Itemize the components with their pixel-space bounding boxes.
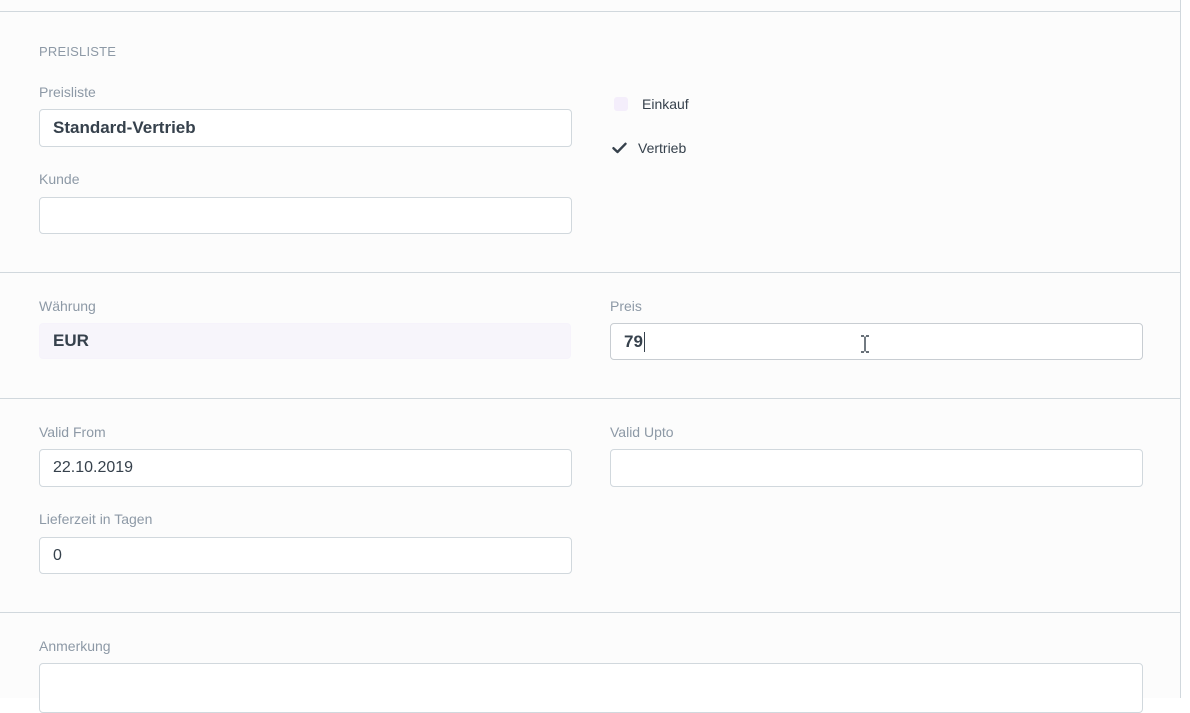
- customer-label: Kunde: [39, 171, 80, 187]
- valid-upto-label: Valid Upto: [610, 424, 674, 440]
- currency-value: EUR: [53, 331, 89, 350]
- price-list-value: Standard-Vertrieb: [53, 118, 196, 137]
- selling-checkbox[interactable]: Vertrieb: [612, 140, 686, 156]
- check-icon: [612, 141, 628, 155]
- note-textarea[interactable]: [39, 663, 1143, 713]
- note-label: Anmerkung: [39, 638, 111, 654]
- price-label: Preis: [610, 298, 642, 314]
- divider: [0, 398, 1181, 399]
- currency-label: Währung: [39, 298, 96, 314]
- buying-checkbox[interactable]: Einkauf: [614, 96, 689, 112]
- valid-from-label: Valid From: [39, 424, 106, 440]
- unchecked-box-icon: [614, 97, 628, 111]
- price-list-label: Preisliste: [39, 84, 96, 100]
- price-form: PREISLISTE Preisliste Standard-Vertrieb …: [0, 0, 1181, 713]
- section-title: PREISLISTE: [39, 44, 117, 59]
- price-list-input[interactable]: Standard-Vertrieb: [39, 109, 572, 147]
- divider: [0, 272, 1181, 273]
- price-value: 79: [624, 331, 643, 351]
- selling-label: Vertrieb: [638, 140, 687, 156]
- valid-from-value: 22.10.2019: [53, 459, 134, 476]
- price-input[interactable]: 79: [610, 323, 1143, 360]
- divider: [0, 612, 1181, 613]
- currency-field: EUR: [39, 323, 571, 359]
- customer-input[interactable]: [39, 197, 572, 234]
- valid-upto-input[interactable]: [610, 449, 1143, 487]
- valid-from-input[interactable]: 22.10.2019: [39, 449, 572, 487]
- lead-time-value: 0: [53, 546, 62, 564]
- divider: [0, 11, 1181, 12]
- buying-label: Einkauf: [642, 96, 689, 112]
- text-caret: [643, 331, 645, 352]
- text-cursor-icon: [861, 335, 869, 353]
- lead-time-input[interactable]: 0: [39, 537, 572, 574]
- lead-time-label: Lieferzeit in Tagen: [39, 511, 153, 527]
